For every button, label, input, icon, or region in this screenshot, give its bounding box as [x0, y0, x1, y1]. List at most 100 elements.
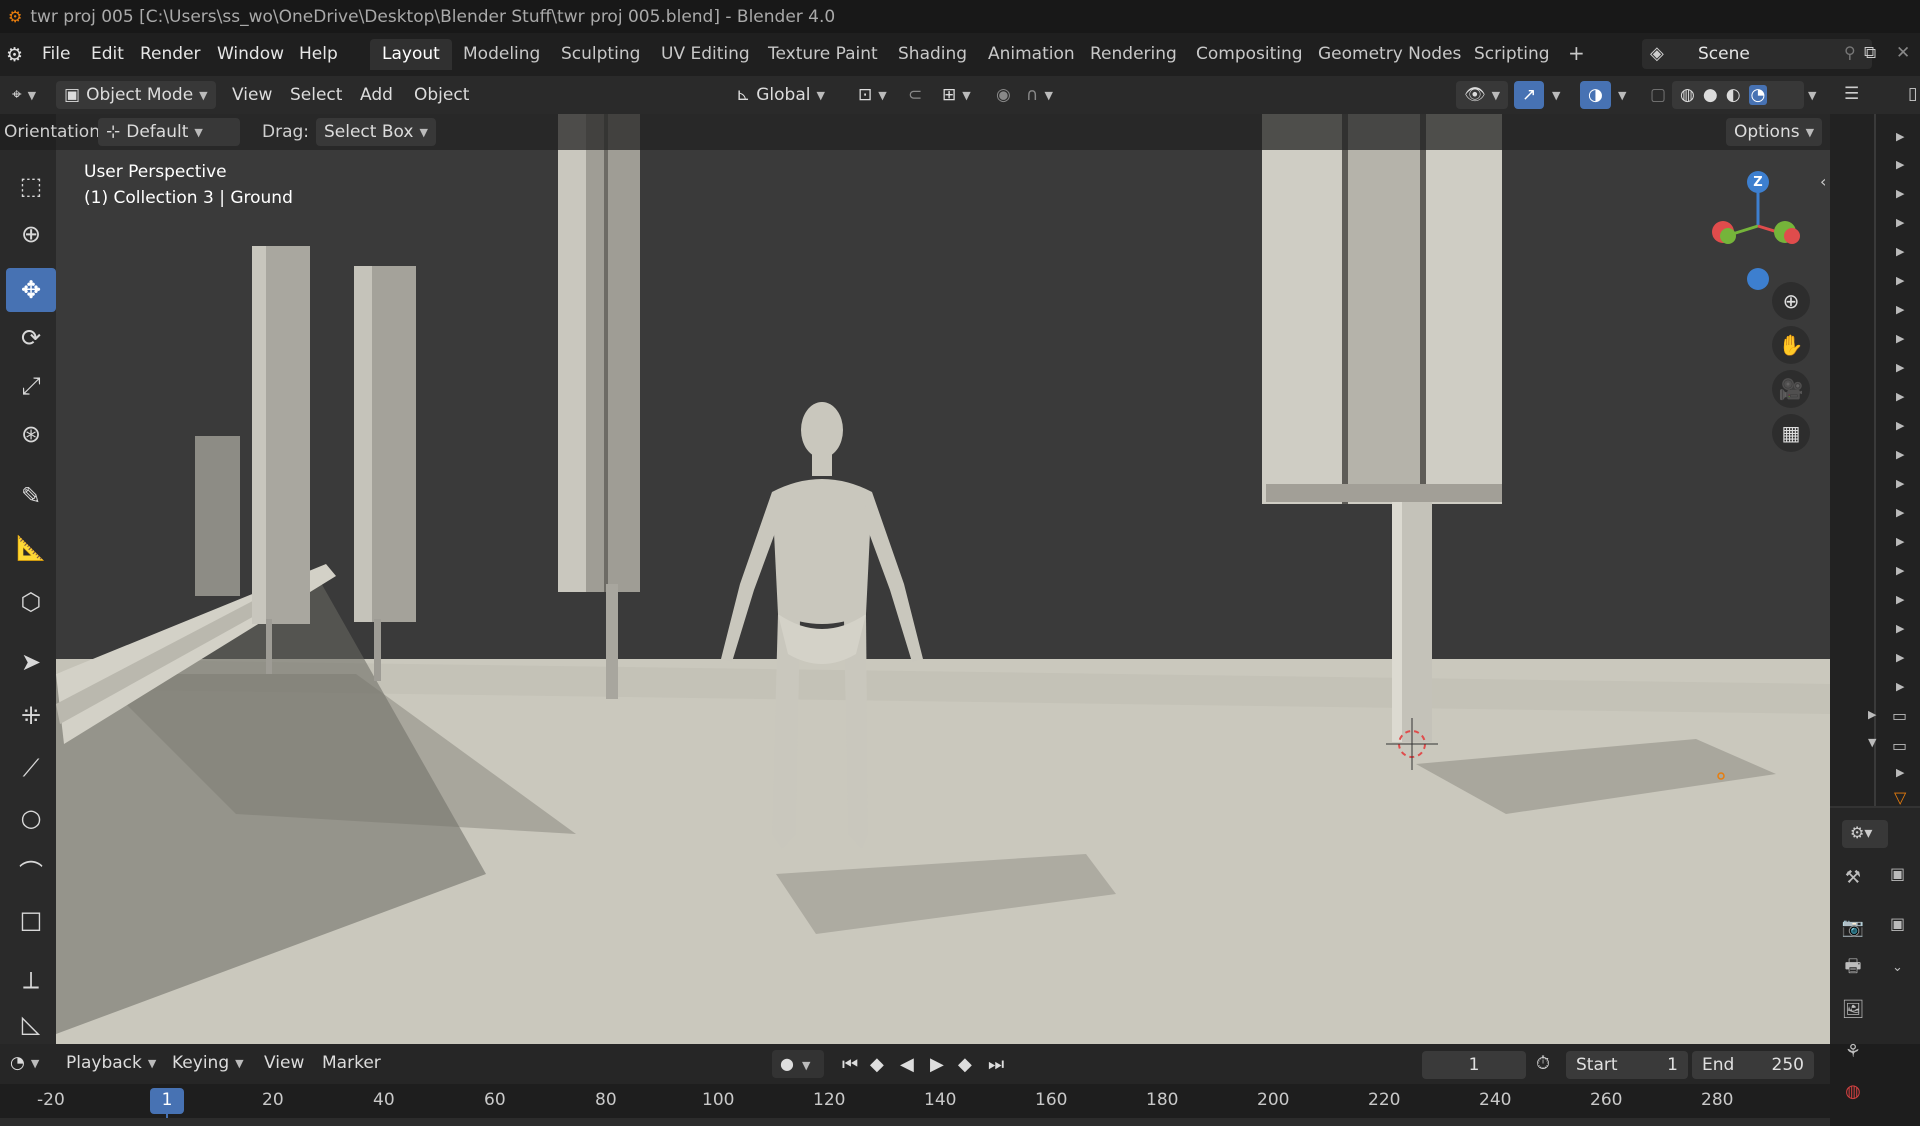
expand-arrow-icon[interactable]: ▶	[1896, 332, 1904, 345]
shading-options[interactable]: ▼	[1800, 81, 1824, 109]
snap-toggle[interactable]: ⊂	[900, 81, 930, 109]
move-icon[interactable]: ✥	[6, 268, 56, 312]
pan-hand-icon[interactable]: ✋	[1772, 326, 1810, 364]
scale-icon[interactable]: ⤢	[6, 364, 56, 408]
perspective-toggle-icon[interactable]: ▦	[1772, 414, 1810, 452]
outliner-display-icon[interactable]: ☰	[1844, 84, 1859, 104]
transform-orientation-selector[interactable]: ⊾ Global ▼	[728, 81, 833, 109]
overlays-toggle[interactable]: ◑	[1580, 81, 1611, 109]
annotate-icon[interactable]: ✎	[6, 474, 56, 518]
gizmo-neg-y-axis[interactable]	[1720, 228, 1736, 244]
tab-sculpting[interactable]: Sculpting	[549, 39, 652, 70]
output-properties-icon[interactable]: 🖶	[1842, 956, 1864, 980]
next-keyframe-icon[interactable]: ◆	[958, 1054, 972, 1075]
end-frame-field[interactable]: End 250	[1692, 1051, 1814, 1079]
shading-modes[interactable]: ◍ ● ◐ ◔	[1672, 81, 1804, 109]
tab-geometry-nodes[interactable]: Geometry Nodes	[1306, 39, 1473, 70]
expand-arrow-icon[interactable]: ▶	[1896, 477, 1904, 490]
gizmo-x-axis[interactable]	[1784, 228, 1800, 244]
tab-layout[interactable]: Layout	[370, 39, 452, 70]
wireframe-shading-icon[interactable]: ◍	[1680, 85, 1695, 105]
add-cube-icon[interactable]: ⬡	[6, 580, 56, 624]
expand-arrow-icon[interactable]: ▶	[1896, 361, 1904, 374]
menu-view[interactable]: View	[224, 81, 280, 109]
start-frame-field[interactable]: Start 1	[1566, 1051, 1688, 1079]
expand-arrow-icon[interactable]: ▶	[1896, 419, 1904, 432]
filter-icon[interactable]: ▯	[1908, 84, 1917, 104]
tab-texture-paint[interactable]: Texture Paint	[756, 39, 890, 70]
menu-object[interactable]: Object	[406, 81, 477, 109]
blender-menu-icon[interactable]: ⚙	[6, 44, 23, 66]
maximize-icon[interactable]: ▣	[1890, 914, 1905, 933]
maximize-icon[interactable]: ▣	[1890, 864, 1905, 883]
expand-arrow-icon[interactable]: ▶	[1868, 708, 1876, 721]
tab-shading[interactable]: Shading	[886, 39, 979, 70]
options-dropdown[interactable]: Options ▼	[1726, 118, 1823, 146]
expand-arrow-icon[interactable]: ▶	[1896, 216, 1904, 229]
tab-uv-editing[interactable]: UV Editing	[649, 39, 762, 70]
select-box-icon[interactable]: ⬚	[6, 164, 56, 208]
transform-icon[interactable]: ⊛	[6, 412, 56, 456]
cursor-icon[interactable]: ⊕	[6, 212, 56, 256]
delete-scene-icon[interactable]: ✕	[1896, 43, 1910, 63]
add-edge-icon[interactable]: ⟋	[6, 746, 56, 790]
orientation-dropdown[interactable]: ⊹ Default ▼	[98, 118, 240, 146]
new-scene-icon[interactable]: ⧉	[1864, 43, 1876, 63]
current-frame-field[interactable]: 1	[1422, 1051, 1526, 1079]
falloff-button[interactable]: ∩ ▼	[1018, 81, 1061, 109]
measure-icon[interactable]: 📐	[6, 526, 56, 570]
pin-icon[interactable]: ⚲	[1844, 43, 1856, 62]
record-button[interactable]: ● ▼	[772, 1050, 824, 1078]
3d-viewport[interactable]: User Perspective (1) Collection 3 | Grou…	[56, 114, 1830, 1044]
add-circle-icon[interactable]: ○	[6, 796, 56, 840]
pivot-point-button[interactable]: ⊡ ▼	[850, 81, 895, 109]
sidebar-toggle-icon[interactable]: ‹	[1820, 172, 1826, 191]
rendered-shading-icon[interactable]: ◔	[1748, 85, 1768, 105]
expand-arrow-icon[interactable]: ▶	[1896, 274, 1904, 287]
menu-window[interactable]: Window	[217, 44, 284, 64]
menu-file[interactable]: File	[42, 44, 70, 64]
add-curve-icon[interactable]: ⌒	[6, 848, 56, 892]
overlays-options[interactable]: ▼	[1610, 81, 1634, 109]
timeline-ruler[interactable]: -20 1 20 40 60 80 100 120 140 160 180 20…	[0, 1084, 1830, 1126]
play-reverse-icon[interactable]: ◀	[900, 1054, 914, 1075]
rotate-icon[interactable]: ⟳	[6, 316, 56, 360]
gizmo-z-axis[interactable]: Z	[1747, 171, 1769, 193]
select-tool-icon[interactable]: ➤	[6, 640, 56, 684]
expand-arrow-icon[interactable]: ▶	[1896, 448, 1904, 461]
drag-dropdown[interactable]: Select Box ▼	[316, 118, 436, 146]
expand-arrow-icon[interactable]: ▶	[1896, 187, 1904, 200]
expand-arrow-icon[interactable]: ▶	[1896, 158, 1904, 171]
jump-end-icon[interactable]: ⏭	[988, 1054, 1004, 1075]
expand-arrow-icon[interactable]: ▶	[1896, 622, 1904, 635]
expand-arrow-icon[interactable]: ▶	[1896, 303, 1904, 316]
add-plane-icon[interactable]: □	[6, 898, 56, 942]
zoom-icon[interactable]: ⊕	[1772, 282, 1810, 320]
chevron-down-icon[interactable]: ⌄	[1892, 960, 1903, 975]
expand-arrow-icon[interactable]: ▶	[1896, 593, 1904, 606]
expand-arrow-icon[interactable]: ▶	[1896, 245, 1904, 258]
properties-editor-type-icon[interactable]: ⚙▾	[1842, 820, 1888, 848]
expand-arrow-icon[interactable]: ▶	[1896, 506, 1904, 519]
render-properties-icon[interactable]: 📷	[1842, 916, 1864, 938]
add-vertex-icon[interactable]: ⁜	[6, 694, 56, 738]
menu-add[interactable]: Add	[352, 81, 401, 109]
gizmo-neg-z-axis[interactable]	[1747, 268, 1769, 290]
navigation-gizmo[interactable]: Z	[1700, 164, 1820, 290]
menu-help[interactable]: Help	[299, 44, 338, 64]
playhead[interactable]: 1	[150, 1088, 184, 1114]
menu-edit[interactable]: Edit	[91, 44, 124, 64]
prev-keyframe-icon[interactable]: ◆	[870, 1054, 884, 1075]
gizmo-options[interactable]: ▼	[1544, 81, 1568, 109]
play-icon[interactable]: ▶	[930, 1054, 944, 1075]
add-workspace-button[interactable]: +	[1556, 39, 1597, 70]
timeline-editor-type[interactable]: ◔ ▼	[2, 1049, 47, 1077]
expand-arrow-icon[interactable]: ▶	[1896, 130, 1904, 143]
scene-properties-icon[interactable]: ⚘	[1842, 1040, 1864, 1062]
world-properties-icon[interactable]: ◍	[1842, 1080, 1864, 1102]
tab-modeling[interactable]: Modeling	[451, 39, 552, 70]
tab-scripting[interactable]: Scripting	[1462, 39, 1562, 70]
keying-menu[interactable]: Keying ▼	[164, 1049, 252, 1077]
tool-properties-icon[interactable]: ⚒	[1842, 866, 1864, 888]
tab-animation[interactable]: Animation	[976, 39, 1087, 70]
